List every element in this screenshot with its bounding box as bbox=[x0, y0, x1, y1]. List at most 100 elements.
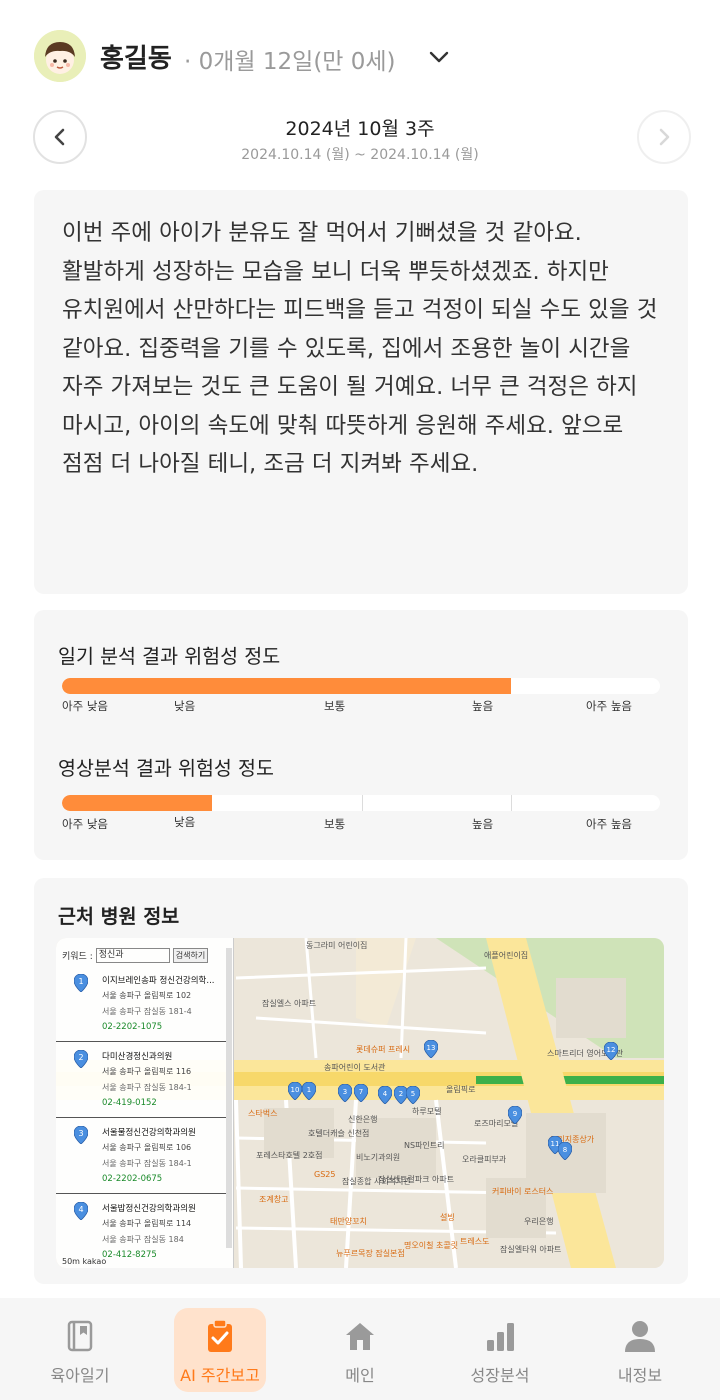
hospital-lot-address: 서울 송파구 잠실동 181-4 bbox=[102, 1007, 192, 1016]
weekly-summary-card: 이번 주에 아이가 분유도 잘 먹어서 기뻐셨을 것 같아요. 활발하게 성장하… bbox=[34, 190, 688, 594]
hospital-name[interactable]: 서울밥정신건강의학과의원 bbox=[102, 1202, 196, 1214]
risk-tick bbox=[362, 795, 363, 811]
hospital-map[interactable]: 동그라미 어린이집 애플어린이집 잠실엘스 아파트 롯데슈퍼 프레시 송파어린이… bbox=[56, 938, 664, 1268]
svg-text:4: 4 bbox=[78, 1205, 83, 1214]
video-scale-label: 아주 낮음 bbox=[62, 817, 108, 831]
map-marker-icon: 2 bbox=[74, 1050, 88, 1068]
map-marker-icon[interactable]: 12 bbox=[604, 1042, 618, 1060]
map-marker-icon[interactable]: 10 bbox=[288, 1082, 302, 1100]
svg-text:1: 1 bbox=[307, 1086, 311, 1094]
map-label: 비노기과의원 bbox=[356, 1153, 401, 1162]
risk-analysis-card: 일기 분석 결과 위험성 정도 아주 낮음 낮음 보통 높음 아주 높음 영상분석 결과… bbox=[34, 610, 688, 860]
svg-text:3: 3 bbox=[78, 1129, 83, 1138]
map-label: 잠실센트럴파크 아파트 bbox=[378, 1175, 455, 1184]
hospital-list-item[interactable]: 2 다미산경정신과의원 서울 송파구 올림픽로 116 서울 송파구 잠실동 184-… bbox=[56, 1044, 226, 1118]
hospital-phone[interactable]: 02-2202-1075 bbox=[102, 1022, 162, 1032]
nearby-hospital-card: 근처 병원 정보 동그라미 어린이집 애플어린이집 잠실엘스 아파트 롯데슈퍼 … bbox=[34, 878, 688, 1284]
nav-my-info[interactable]: 내정보 bbox=[594, 1308, 686, 1392]
hospital-list-item[interactable]: 1 이지브레인송파 정신건강의학... 서울 송파구 올림픽로 102 서울 송파구 … bbox=[56, 968, 226, 1042]
map-marker-icon: 3 bbox=[74, 1126, 88, 1144]
hospital-lot-address: 서울 송파구 잠실동 184 bbox=[102, 1235, 184, 1244]
map-label: 송파어린이 도서관 bbox=[324, 1063, 386, 1072]
diary-scale-label: 아주 낮음 bbox=[62, 699, 108, 713]
map-label: 하루모텔 bbox=[412, 1107, 442, 1116]
map-poi: 명오이칠 초콜릿 bbox=[404, 1241, 459, 1250]
list-scrollbar[interactable] bbox=[226, 948, 232, 1248]
nav-growth[interactable]: 성장분석 bbox=[454, 1308, 546, 1392]
video-scale-label: 아주 높음 bbox=[586, 817, 632, 831]
map-label: 오라클피부과 bbox=[462, 1155, 507, 1164]
map-poi: 스타벅스 bbox=[248, 1109, 278, 1118]
hospital-name[interactable]: 다미산경정신과의원 bbox=[102, 1050, 172, 1062]
hospital-list-panel: 키워드 : 정신과 검색하기 1 이지브레인송파 정신건강의학... 서울 송파구 … bbox=[56, 938, 234, 1268]
video-risk-fill bbox=[62, 795, 212, 811]
risk-tick bbox=[511, 795, 512, 811]
hospital-phone[interactable]: 02-2202-0675 bbox=[102, 1174, 162, 1184]
search-input[interactable]: 정신과 bbox=[95, 947, 170, 963]
diary-scale-label: 높음 bbox=[472, 699, 494, 713]
weekly-summary-text: 이번 주에 아이가 분유도 잘 먹어서 기뻐셨을 것 같아요. 활발하게 성장하… bbox=[62, 220, 658, 477]
chevron-down-icon[interactable] bbox=[426, 44, 452, 70]
child-name: 홍길동 bbox=[100, 44, 172, 74]
hospital-address: 서울 송파구 올림픽로 106 bbox=[102, 1143, 192, 1152]
map-marker-icon[interactable]: 7 bbox=[354, 1084, 368, 1102]
child-avatar-icon[interactable] bbox=[34, 30, 86, 82]
map-label: 올림픽로 bbox=[446, 1085, 476, 1094]
video-risk-title: 영상분석 결과 위험성 정도 bbox=[58, 757, 274, 780]
nav-weekly-report[interactable]: AI 주간보고 bbox=[174, 1308, 266, 1392]
map-label: 우리은행 bbox=[524, 1217, 554, 1226]
video-risk-bar bbox=[62, 795, 660, 811]
video-scale-label: 낮음 bbox=[174, 815, 196, 829]
map-label: 포레스타호텔 2호점 bbox=[256, 1151, 323, 1160]
svg-text:13: 13 bbox=[427, 1044, 436, 1052]
hospital-phone[interactable]: 02-412-8275 bbox=[102, 1250, 157, 1260]
diary-risk-fill bbox=[62, 678, 511, 694]
nav-label: AI 주간보고 bbox=[180, 1366, 260, 1385]
nav-diary[interactable]: 육아일기 bbox=[34, 1308, 126, 1392]
map-label: 신한은행 bbox=[348, 1115, 378, 1124]
map-label: 호텔더캐슬 신천점 bbox=[308, 1129, 370, 1138]
bar-chart-icon bbox=[487, 1323, 514, 1351]
hospital-lot-address: 서울 송파구 잠실동 184-1 bbox=[102, 1159, 192, 1168]
map-poi: GS25 bbox=[314, 1170, 336, 1179]
hospital-phone[interactable]: 02-419-0152 bbox=[102, 1098, 157, 1108]
map-poi: 뉴푸르목장 잠실본점 bbox=[336, 1249, 405, 1258]
svg-text:1: 1 bbox=[78, 977, 83, 986]
map-label: 잠실엘스 아파트 bbox=[262, 999, 317, 1008]
map-poi: 커피바이 로스터스 bbox=[492, 1187, 554, 1196]
week-title: 2024년 10월 3주 bbox=[285, 118, 435, 140]
map-label: 동그라미 어린이집 bbox=[306, 941, 368, 950]
hospital-name[interactable]: 이지브레인송파 정신건강의학... bbox=[102, 974, 214, 986]
map-scale-value: 50m bbox=[62, 1257, 80, 1266]
bottom-navigation: 육아일기 AI 주간보고 메인 성장분석 내정보 bbox=[0, 1298, 720, 1400]
map-poi: 트레스도 bbox=[460, 1237, 490, 1246]
map-label: 애플어린이집 bbox=[484, 951, 529, 960]
svg-text:4: 4 bbox=[383, 1090, 388, 1098]
map-marker-icon: 1 bbox=[74, 974, 88, 992]
map-marker-icon[interactable]: 3 bbox=[338, 1084, 352, 1102]
map-marker-icon[interactable]: 5 bbox=[406, 1086, 420, 1104]
map-marker-icon[interactable]: 8 bbox=[558, 1142, 572, 1160]
map-marker-icon[interactable]: 4 bbox=[378, 1086, 392, 1104]
hospital-address: 서울 송파구 올림픽로 102 bbox=[102, 991, 192, 1000]
map-marker-icon: 4 bbox=[74, 1202, 88, 1220]
map-marker-icon[interactable]: 1 bbox=[302, 1082, 316, 1100]
svg-text:9: 9 bbox=[513, 1110, 517, 1118]
chevron-right-icon bbox=[659, 128, 670, 146]
diary-risk-title: 일기 분석 결과 위험성 정도 bbox=[58, 645, 281, 668]
svg-text:3: 3 bbox=[343, 1088, 347, 1096]
svg-text:10: 10 bbox=[291, 1086, 300, 1094]
next-week-button[interactable] bbox=[637, 110, 691, 164]
search-button[interactable]: 검색하기 bbox=[172, 947, 209, 963]
hospital-name[interactable]: 서울물정신건강의학과의원 bbox=[102, 1126, 196, 1138]
map-poi: 조계창고 bbox=[259, 1195, 289, 1204]
diary-risk-bar bbox=[62, 678, 660, 694]
hospital-address: 서울 송파구 올림픽로 116 bbox=[102, 1067, 192, 1076]
child-age: · 0개월 12일(만 0세) bbox=[184, 49, 396, 75]
nav-label: 메인 bbox=[345, 1366, 375, 1385]
nav-main[interactable]: 메인 bbox=[314, 1308, 406, 1392]
svg-text:2: 2 bbox=[78, 1053, 83, 1062]
map-marker-icon[interactable]: 13 bbox=[424, 1040, 438, 1058]
hospital-list-item[interactable]: 3 서울물정신건강의학과의원서울 송파구 올림픽로 106 서울 송파구 잠실동 1… bbox=[56, 1120, 226, 1194]
map-marker-icon[interactable]: 9 bbox=[508, 1106, 522, 1124]
